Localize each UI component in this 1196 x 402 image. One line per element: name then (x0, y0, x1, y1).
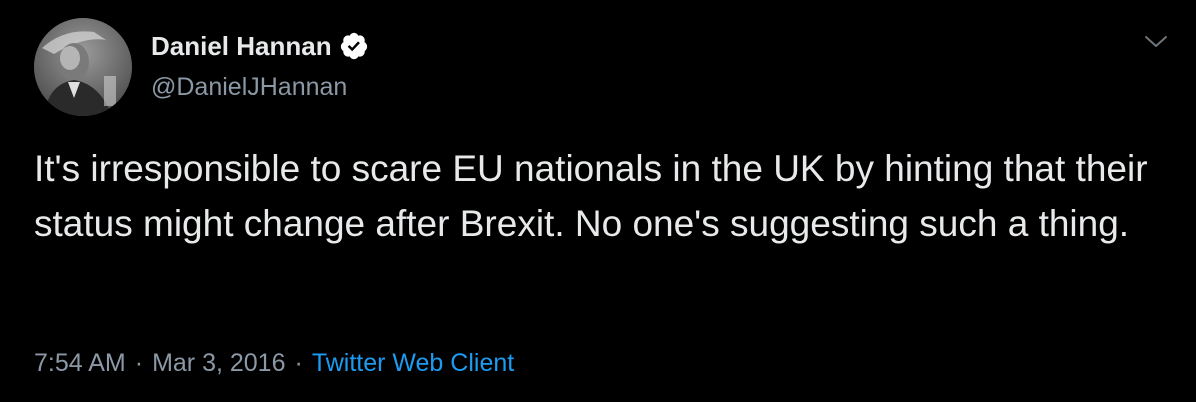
tweet-card: Daniel Hannan @DanielJHannan It's irresp… (0, 0, 1196, 402)
chevron-down-icon[interactable] (1140, 26, 1172, 58)
author-display-name[interactable]: Daniel Hannan (151, 28, 332, 64)
verified-badge-icon (339, 31, 369, 61)
tweet-source-link[interactable]: Twitter Web Client (312, 349, 514, 378)
tweet-metadata: 7:54 AM · Mar 3, 2016 · Twitter Web Clie… (34, 345, 514, 381)
avatar-photo-icon (34, 18, 132, 116)
author-avatar[interactable] (34, 18, 132, 116)
meta-separator: · (294, 348, 303, 377)
tweet-date[interactable]: Mar 3, 2016 (152, 349, 285, 378)
author-handle[interactable]: @DanielJHannan (151, 70, 347, 104)
meta-separator: · (134, 348, 144, 377)
tweet-time[interactable]: 7:54 AM (34, 349, 126, 378)
tweet-text: It's irresponsible to scare EU nationals… (34, 148, 1148, 244)
author-name-row: Daniel Hannan (151, 28, 369, 64)
